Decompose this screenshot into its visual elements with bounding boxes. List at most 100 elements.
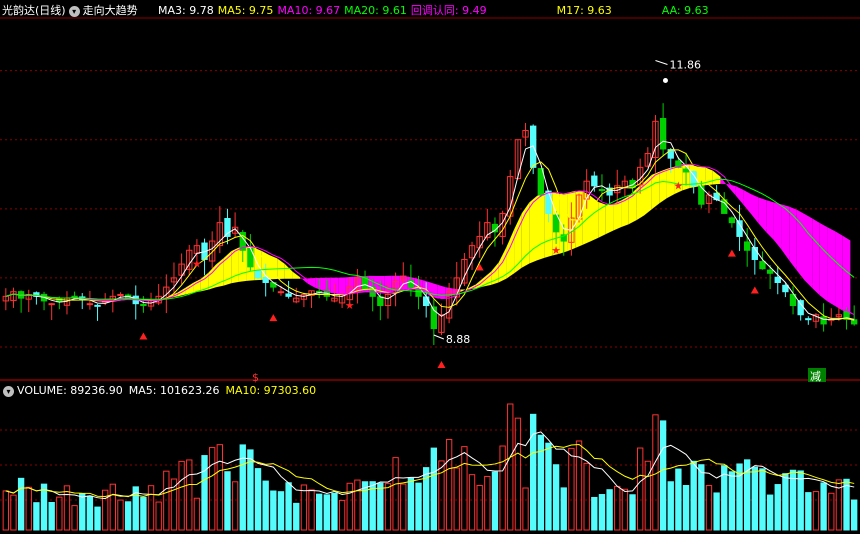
- trend-band-segment: [773, 202, 782, 250]
- volume-bar: [40, 483, 48, 531]
- volume-bar: [308, 489, 315, 531]
- volume-bar: [507, 403, 514, 531]
- candle-body: [277, 291, 285, 294]
- trend-band-segment: [766, 200, 774, 241]
- volume-bar: [71, 505, 78, 531]
- volume-bar: [659, 420, 667, 531]
- candle-body: [140, 303, 147, 307]
- volume-bar: [805, 492, 812, 531]
- candle-body: [736, 220, 743, 237]
- volume-bar: [522, 487, 529, 531]
- volume-bar: [591, 496, 598, 531]
- trend-band-segment: [781, 204, 790, 261]
- volume-bar: [186, 459, 193, 531]
- signal-s: $: [252, 371, 259, 384]
- volume-bar: [713, 492, 720, 531]
- volume-bar: [231, 481, 239, 531]
- trend-band-segment: [437, 284, 446, 299]
- volume-bar: [94, 506, 101, 531]
- volume-bar: [782, 473, 789, 531]
- candle-body: [598, 189, 606, 192]
- volume-bar: [300, 484, 308, 531]
- candle-body: [262, 276, 269, 283]
- volume-bar: [530, 413, 537, 531]
- volume-bar: [407, 477, 415, 531]
- candle-body: [285, 293, 292, 297]
- volume-bar: [79, 493, 86, 531]
- volume-bar: [820, 482, 827, 531]
- volume-bar: [629, 494, 636, 531]
- volume-bar: [178, 460, 185, 531]
- low-label: 8.88: [446, 333, 471, 346]
- candle-body: [659, 118, 667, 150]
- volume-bar: [759, 468, 766, 531]
- candle-body: [86, 303, 94, 306]
- volume-bar: [637, 447, 644, 531]
- trend-band-segment: [842, 235, 851, 315]
- volume-bar: [48, 501, 55, 531]
- candle-body: [377, 296, 384, 307]
- volume-bar: [766, 494, 774, 531]
- signal-star: ★: [345, 299, 355, 312]
- volume-bar: [147, 485, 155, 531]
- signal-star: ★: [673, 179, 683, 192]
- volume-bar: [2, 490, 9, 531]
- volume-bar: [392, 457, 399, 531]
- trend-band-segment: [537, 192, 545, 261]
- volume-bar: [193, 497, 201, 531]
- trend-band-segment: [827, 227, 836, 306]
- volume-bar: [583, 462, 590, 531]
- volume-bar: [461, 446, 468, 531]
- volume-bar: [552, 464, 560, 531]
- candle-body: [759, 261, 766, 270]
- volume-bar: [614, 485, 621, 531]
- volume-bar: [675, 468, 682, 531]
- trend-band-segment: [812, 218, 820, 296]
- trend-band-segment: [590, 195, 599, 242]
- volume-bar: [484, 475, 491, 531]
- candle-body: [94, 304, 101, 307]
- volume-bar: [499, 445, 506, 531]
- candle-body: [766, 269, 774, 274]
- volume-bar: [86, 495, 94, 531]
- high-pointer: [655, 60, 668, 66]
- volume-bar: [17, 477, 25, 531]
- volume-bar: [476, 484, 483, 531]
- high-label: 11.86: [669, 59, 701, 72]
- volume-bar: [262, 480, 269, 531]
- trend-band-segment: [819, 223, 828, 302]
- candle-body: [682, 168, 690, 173]
- trend-band-segment: [307, 278, 316, 288]
- volume-bar: [346, 482, 353, 531]
- candle-body: [591, 175, 598, 187]
- volume-bar: [361, 481, 369, 531]
- volume-bar: [163, 470, 170, 531]
- volume-bar: [254, 468, 262, 531]
- volume-bar: [377, 482, 384, 531]
- volume-bar: [728, 471, 736, 531]
- volume-bar: [316, 493, 323, 531]
- volume-bar: [415, 482, 422, 531]
- volume-bar: [323, 494, 330, 531]
- volume-bar: [491, 471, 499, 531]
- volume-bar: [209, 447, 216, 531]
- high-dot: [662, 78, 668, 84]
- volume-bar: [789, 469, 797, 531]
- candle-body: [774, 276, 781, 284]
- volume-bar: [33, 502, 40, 531]
- volume-bar: [270, 490, 277, 531]
- volume-bar: [690, 460, 697, 531]
- volume-bar: [331, 492, 338, 531]
- trend-band-segment: [231, 247, 239, 284]
- volume-bar: [698, 464, 705, 531]
- volume-bar: [843, 478, 850, 531]
- trend-band-segment: [185, 282, 194, 295]
- volume-bar: [797, 470, 804, 531]
- volume-bar: [682, 484, 690, 531]
- volume-bar: [598, 494, 606, 531]
- trend-band-segment: [644, 174, 652, 216]
- volume-bar: [216, 444, 223, 531]
- stock-chart: 11.86 8.88 ★ ★ ★ ★ $ 减: [0, 17, 860, 531]
- candle-body: [782, 284, 789, 293]
- volume-bar: [155, 501, 162, 531]
